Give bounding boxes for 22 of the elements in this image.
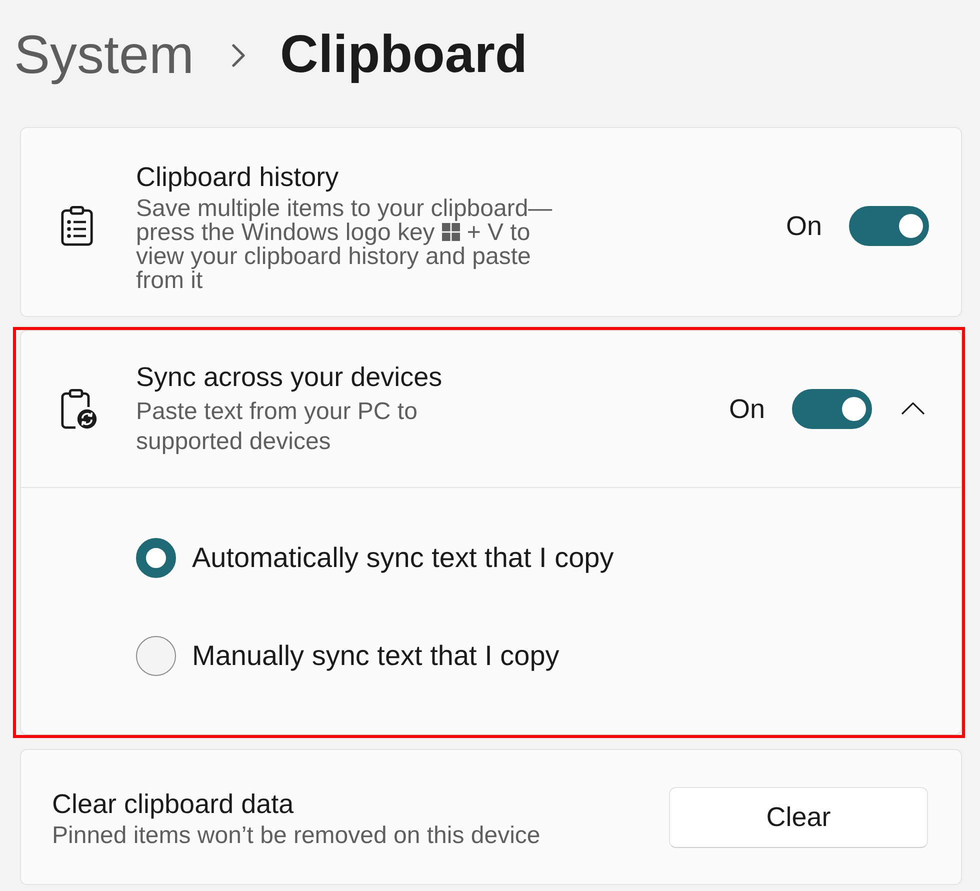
chevron-right-icon (232, 44, 246, 66)
chevron-up-icon[interactable] (901, 402, 925, 415)
toggle-switch[interactable] (849, 206, 929, 246)
radio-button[interactable] (136, 636, 176, 676)
breadcrumb-link[interactable]: System (14, 23, 194, 87)
clipboard-list-icon (61, 206, 93, 246)
clear-button[interactable]: Clear (669, 787, 928, 848)
toggle-switch[interactable] (792, 388, 872, 428)
radio-button[interactable] (136, 538, 176, 578)
setting-title: Clipboard history (136, 160, 339, 194)
radio-label[interactable]: Manually sync text that I copy (192, 638, 560, 674)
toggle-state-label: On (728, 392, 765, 426)
toggle-state-label: On (786, 210, 822, 243)
setting-description: Pinned items won’t be removed on this device (52, 824, 540, 848)
clipboard-sync-icon (61, 388, 97, 428)
setting-description: Save multiple items to your clipboard—press the Windows logo key + V to view your clipboard history and paste from it (136, 196, 554, 292)
page-title: Clipboard (280, 24, 528, 86)
setting-description: Paste text from your PC to supported devices (136, 397, 418, 457)
windows-logo-icon (442, 222, 460, 240)
setting-title: Sync across your devices (136, 361, 442, 394)
radio-label[interactable]: Automatically sync text that I copy (192, 540, 614, 576)
setting-title: Clear clipboard data (52, 788, 294, 821)
